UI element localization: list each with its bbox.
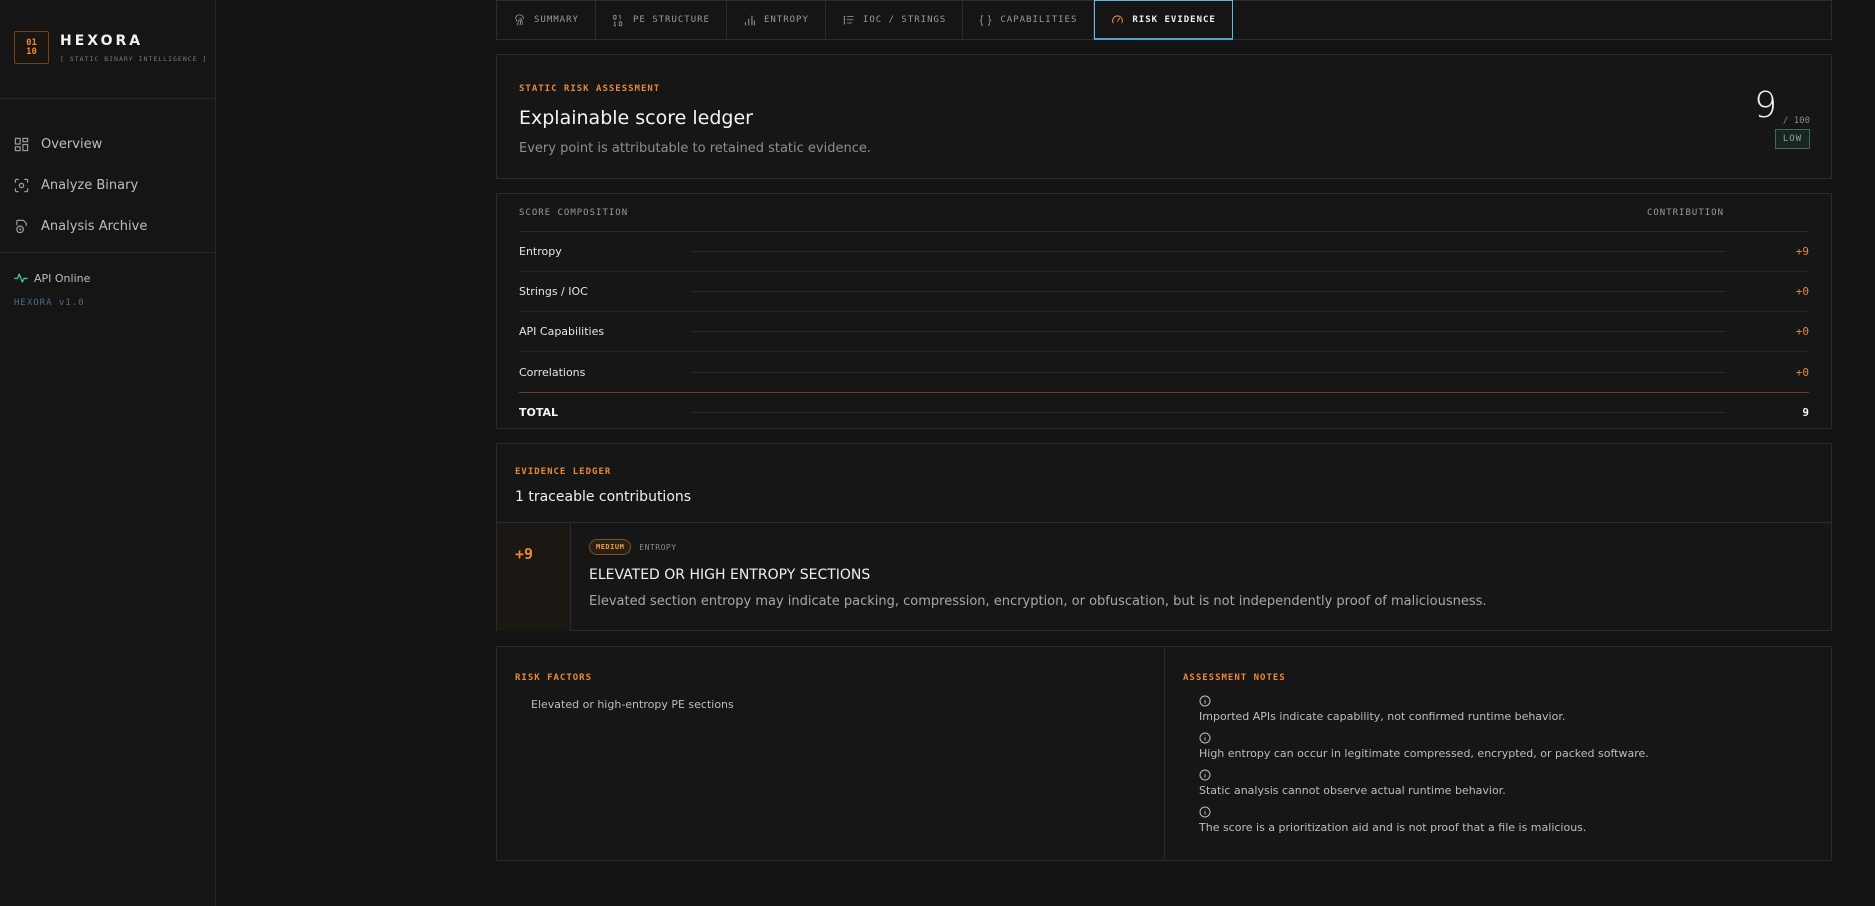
sidebar-item-analyze-binary[interactable]: Analyze Binary (14, 165, 147, 206)
dashboard-icon (14, 137, 29, 152)
brand[interactable]: 01 10 HEXORA [ STATIC BINARY INTELLIGENC… (14, 31, 207, 64)
evidence-count-title: 1 traceable contributions (515, 489, 692, 505)
score-composition: SCORE COMPOSITION CONTRIBUTION Entropy +… (496, 193, 1832, 429)
section-eyebrow: EVIDENCE LEDGER (515, 467, 612, 477)
app-version: HEXORA v1.0 (14, 298, 85, 308)
severity-badge: MEDIUM (589, 539, 632, 555)
fingerprint-icon (514, 13, 525, 26)
evidence-name: ELEVATED OR HIGH ENTROPY SECTIONS (589, 567, 871, 583)
risk-score: 9 (1754, 85, 1777, 126)
scan-icon (14, 178, 29, 193)
sidebar-item-label: Analysis Archive (41, 219, 148, 234)
list-icon (843, 15, 854, 25)
page-title: Explainable score ledger (519, 107, 753, 129)
composition-row-entropy: Entropy +9 (519, 232, 1809, 272)
sidebar-item-analysis-archive[interactable]: Analysis Archive (14, 206, 147, 247)
composition-row-value: +0 (1795, 285, 1809, 298)
assessment-note-text: The score is a prioritization aid and is… (1199, 821, 1587, 834)
dotted-leader (692, 251, 1725, 252)
assessment-note-text: Static analysis cannot observe actual ru… (1199, 784, 1506, 797)
assessment-note: Static analysis cannot observe actual ru… (1199, 769, 1649, 806)
evidence-points: +9 (497, 523, 571, 631)
composition-row-label: Strings / IOC (519, 285, 588, 298)
api-status-label: API Online (34, 271, 91, 285)
info-icon (1199, 695, 1211, 707)
composition-row-total: TOTAL 9 (519, 392, 1809, 432)
composition-column-label: SCORE COMPOSITION (519, 207, 629, 218)
api-status: API Online (14, 271, 90, 285)
tab-label: RISK EVIDENCE (1132, 14, 1216, 25)
binary-icon (613, 14, 623, 26)
section-eyebrow: ASSESSMENT NOTES (1183, 673, 1286, 683)
risk-score-max: / 100 (1782, 116, 1810, 126)
composition-header: SCORE COMPOSITION CONTRIBUTION (519, 194, 1809, 232)
composition-total-value: 9 (1802, 406, 1809, 419)
tab-label: SUMMARY (534, 15, 579, 25)
composition-row-strings-ioc: Strings / IOC +0 (519, 272, 1809, 312)
composition-row-label: Entropy (519, 245, 562, 258)
activity-icon (14, 273, 28, 283)
assessment-note: The score is a prioritization aid and is… (1199, 806, 1649, 843)
hexora-logo-icon: 01 10 (14, 31, 49, 64)
assessment-note-text: Imported APIs indicate capability, not c… (1199, 710, 1566, 723)
composition-row-label: Correlations (519, 365, 586, 379)
sidebar-divider (0, 98, 216, 99)
bar-chart-icon (744, 15, 755, 25)
brand-tagline: [ STATIC BINARY INTELLIGENCE ] (60, 55, 208, 63)
tab-capabilities[interactable]: CAPABILITIES (963, 1, 1095, 39)
dotted-leader (692, 331, 1725, 332)
tab-label: PE STRUCTURE (632, 15, 710, 25)
risk-factors: RISK FACTORS Elevated or high-entropy PE… (497, 647, 1165, 860)
risk-assessment-header: STATIC RISK ASSESSMENT Explainable score… (496, 54, 1832, 179)
sidebar-item-label: Analyze Binary (41, 178, 139, 193)
tab-label: ENTROPY (763, 15, 809, 25)
assessment-notes: ASSESSMENT NOTES Imported APIs indicate … (1165, 647, 1831, 860)
risk-level-badge: LOW (1775, 129, 1810, 149)
tab-risk-evidence[interactable]: RISK EVIDENCE (1094, 0, 1233, 40)
tab-pe-structure[interactable]: PE STRUCTURE (596, 1, 727, 39)
sidebar-divider (0, 252, 216, 253)
composition-row-value: +0 (1795, 365, 1809, 379)
dotted-leader (692, 371, 1725, 373)
page-subtitle: Every point is attributable to retained … (519, 141, 871, 156)
dotted-leader (692, 412, 1725, 413)
tab-bar: SUMMARY PE STRUCTURE ENTROPY IOC / STRIN… (496, 0, 1832, 40)
tab-ioc-strings[interactable]: IOC / STRINGS (826, 1, 964, 39)
composition-row-api-capabilities: API Capabilities +0 (519, 312, 1809, 352)
tab-entropy[interactable]: ENTROPY (727, 1, 826, 39)
braces-icon (979, 14, 993, 26)
composition-row-value: +9 (1795, 245, 1809, 258)
brand-name: HEXORA (60, 33, 144, 49)
composition-row-value: +0 (1795, 325, 1809, 338)
logo-bottom: 10 (26, 46, 37, 57)
sidebar: 01 10 HEXORA [ STATIC BINARY INTELLIGENC… (0, 0, 216, 906)
risk-factors-and-notes: RISK FACTORS Elevated or high-entropy PE… (496, 646, 1832, 861)
composition-total-label: TOTAL (519, 406, 559, 419)
sidebar-item-overview[interactable]: Overview (14, 124, 147, 165)
tab-label: CAPABILITIES (1000, 15, 1078, 25)
composition-row-correlations: Correlations +0 (519, 352, 1809, 392)
assessment-note-text: High entropy can occur in legitimate com… (1199, 747, 1649, 760)
tab-label: IOC / STRINGS (862, 15, 947, 25)
evidence-item: +9 MEDIUM ENTROPY ELEVATED OR HIGH ENTRO… (497, 522, 1831, 631)
info-icon (1199, 769, 1211, 781)
info-icon (1199, 806, 1211, 818)
info-icon (1199, 732, 1211, 744)
sidebar-item-label: Overview (41, 137, 103, 152)
tab-summary[interactable]: SUMMARY (497, 1, 596, 39)
section-eyebrow: RISK FACTORS (515, 673, 593, 683)
evidence-description: Elevated section entropy may indicate pa… (589, 594, 1487, 609)
gauge-icon (1112, 15, 1124, 24)
assessment-note: High entropy can occur in legitimate com… (1199, 732, 1649, 769)
risk-factor-item: Elevated or high-entropy PE sections (531, 698, 734, 711)
evidence-ledger: EVIDENCE LEDGER 1 traceable contribution… (496, 443, 1832, 631)
composition-row-label: API Capabilities (519, 325, 605, 338)
dotted-leader (692, 291, 1725, 292)
assessment-note: Imported APIs indicate capability, not c… (1199, 695, 1649, 732)
sidebar-nav: Overview Analyze Binary Analysis Archive (14, 124, 147, 247)
evidence-category: ENTROPY (639, 542, 677, 552)
contribution-column-label: CONTRIBUTION (1646, 207, 1724, 218)
section-eyebrow: STATIC RISK ASSESSMENT (519, 84, 661, 94)
archive-icon (16, 219, 27, 234)
